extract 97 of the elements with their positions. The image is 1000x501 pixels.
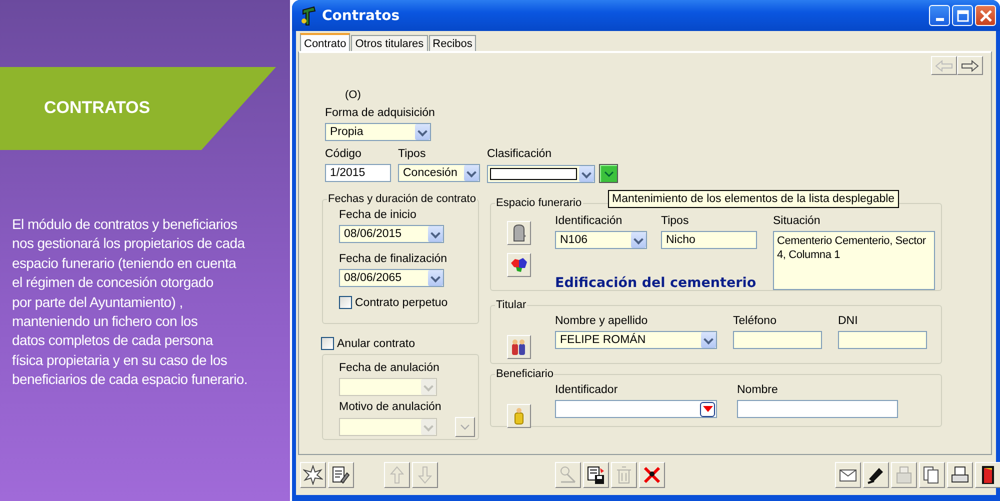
codigo-field[interactable]: 1/2015 <box>325 164 391 182</box>
minimize-button[interactable] <box>929 5 950 26</box>
maximize-button[interactable] <box>952 5 973 26</box>
chevron-icon <box>631 232 646 248</box>
tipos-field[interactable]: Nicho <box>661 231 757 249</box>
tab[interactable]: Recibos <box>428 35 476 51</box>
date-dropdown[interactable]: 08/06/2015 <box>339 225 444 243</box>
field-label: Fecha de finalización <box>339 252 448 266</box>
chevron-icon <box>421 379 436 395</box>
chevron-icon <box>421 419 436 435</box>
nombre-field[interactable] <box>737 400 898 418</box>
field-label: Forma de adquisición <box>325 106 436 120</box>
tab[interactable]: Otros titulares <box>351 35 428 51</box>
pen-icon <box>866 465 886 485</box>
checkbox-label: Contrato perpetuo <box>355 296 448 308</box>
group-title: Beneficiario <box>495 368 554 380</box>
field-label: Nombre <box>737 383 779 397</box>
mail-button[interactable] <box>835 462 861 488</box>
clasificacion-dropdown[interactable] <box>487 164 595 182</box>
tipos-dropdown[interactable]: Concesión <box>398 164 480 182</box>
dni-field[interactable] <box>838 331 927 349</box>
arrow-down-icon <box>415 465 435 485</box>
chevron-icon <box>415 124 430 140</box>
minimize-icon <box>936 18 944 21</box>
field-label: Situación <box>773 214 822 228</box>
print-button[interactable] <box>947 462 973 488</box>
telefono-field[interactable] <box>733 331 822 349</box>
field-label: Identificación <box>555 214 624 228</box>
checkbox[interactable] <box>339 296 352 309</box>
pen-button[interactable] <box>863 462 889 488</box>
field-label: Teléfono <box>733 314 778 328</box>
save-icon <box>586 465 606 485</box>
chevron-icon <box>464 165 479 181</box>
chevron-icon <box>460 423 470 431</box>
group-title: Titular <box>495 299 528 311</box>
arrow-up-icon <box>387 465 407 485</box>
date-dropdown[interactable]: 08/06/2065 <box>339 269 444 287</box>
person-icon <box>512 407 526 425</box>
fax-icon <box>894 465 914 485</box>
group-title: Fechas y duración de contrato <box>327 193 477 205</box>
field-label: Tipos <box>398 147 427 161</box>
trash-icon <box>614 465 634 485</box>
edit-button[interactable] <box>328 462 354 488</box>
delete-button[interactable] <box>639 462 665 488</box>
forma-dropdown[interactable]: Propia <box>325 123 431 141</box>
sidebar-heading: CONTRATOS <box>44 98 150 118</box>
maintain-list-button[interactable] <box>599 164 618 183</box>
field-label: Nombre y apellido <box>555 314 649 328</box>
chevron-icon <box>428 226 443 242</box>
person-button[interactable] <box>507 404 531 428</box>
titular-dropdown[interactable]: FELIPE ROMÁN <box>555 331 717 349</box>
field-label: Identificador <box>555 383 619 397</box>
close-icon <box>980 10 992 22</box>
chevron-icon <box>701 332 716 348</box>
map-icon <box>510 257 528 273</box>
maximize-icon <box>956 10 968 22</box>
niche-button[interactable] <box>507 221 531 245</box>
field-label: Motivo de anulación <box>339 400 442 414</box>
tab[interactable]: Contrato <box>300 33 350 52</box>
record-counter: (O) <box>345 89 362 103</box>
printer-icon <box>950 465 970 485</box>
map-button[interactable] <box>507 253 531 277</box>
people-icon <box>510 338 528 356</box>
window-title: Contratos <box>322 8 400 24</box>
close-button[interactable] <box>975 5 996 26</box>
starburst-icon <box>303 465 323 485</box>
edificacion-link[interactable]: Edificación del cementerio <box>555 275 756 291</box>
situacion-field[interactable]: Cementerio Cementerio, Sector 4, Columna 1 <box>773 231 935 290</box>
field-label: Tipos <box>661 214 690 228</box>
edit-icon <box>331 465 351 485</box>
exit-button[interactable] <box>975 462 1000 488</box>
group-title: Espacio funerario <box>495 197 583 209</box>
next-button[interactable] <box>957 56 983 75</box>
caret-icon <box>700 402 715 416</box>
checkbox[interactable] <box>321 337 334 350</box>
save-button[interactable] <box>583 462 609 488</box>
tooltip: Mantenimiento de los elementos de la lista desplegable <box>608 190 899 208</box>
copy-button[interactable] <box>919 462 945 488</box>
check-icon <box>604 170 614 178</box>
identificacion-dropdown[interactable]: N106 <box>555 231 647 249</box>
field-label: Fecha de anulación <box>339 361 440 375</box>
arrow-right-icon <box>961 60 979 72</box>
checkbox-label: Anular contrato <box>337 338 415 350</box>
sidebar-description: El módulo de contratos y beneficiarios nos gestionará los propietarios de cada espacio funerario (teniendo en cuenta el régimen de concesión otorgado por parte del Ayuntamiento) , manteniendo un fichero con los datos completos de cada persona física propietaria y en su caso de los beneficiarios de cada espacio funerario. <box>12 215 248 390</box>
chevron-icon <box>428 270 443 286</box>
field-label: Fecha de inicio <box>339 208 418 222</box>
beneficiario-dropdown[interactable] <box>555 400 717 418</box>
field-label: Código <box>325 147 362 161</box>
arrow-left-icon <box>935 60 953 72</box>
people-button[interactable] <box>507 335 531 359</box>
chevron-icon <box>579 166 594 182</box>
app-icon <box>300 6 318 26</box>
delete-icon <box>642 465 662 485</box>
new-button[interactable] <box>300 462 326 488</box>
field-label: Clasificación <box>487 147 553 161</box>
field-label: DNI <box>838 314 859 328</box>
tombstone-icon <box>511 224 527 242</box>
